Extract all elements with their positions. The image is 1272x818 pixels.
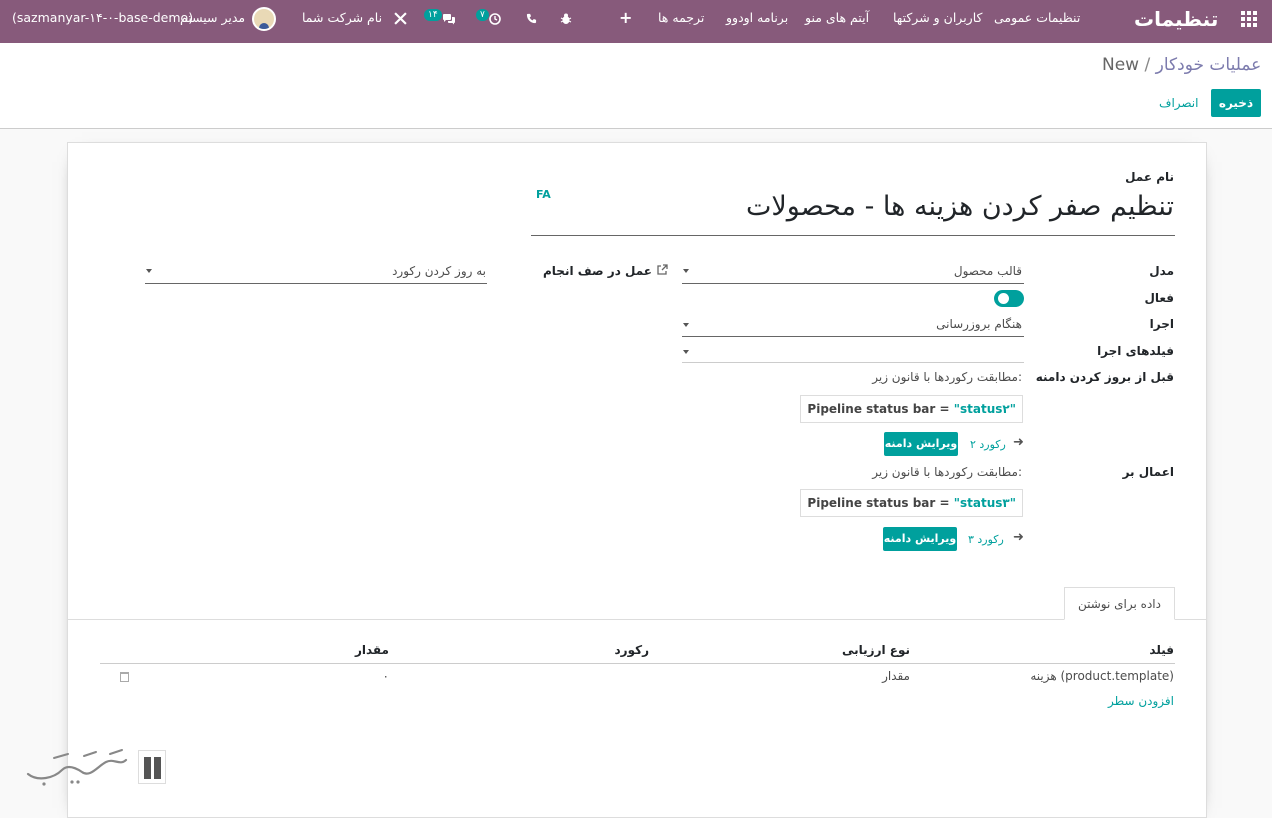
messages-badge: ۱۴ [424,9,442,21]
menu-menu-items[interactable]: آیتم های منو [805,0,869,43]
model-field[interactable]: قالب محصول [954,264,1022,278]
trigger-fields-underline [682,362,1024,363]
column-field[interactable]: فیلد [1149,643,1174,657]
top-navbar: تنظیمات تنظیمات عمومی کاربران و شرکتها آ… [0,0,1272,43]
form-sheet: نام عمل FA تنظیم صفر کردن هزینه ها - محص… [67,142,1207,818]
apply-on-rule[interactable]: Pipeline status bar = "status۳" [800,489,1023,517]
apply-on-record-count[interactable]: ۳ رکورد [968,533,1004,546]
action-name-underline [531,235,1175,236]
app-grid-icon[interactable] [1241,0,1259,43]
trigger-fields-label: فیلدهای اجرا [1097,344,1174,358]
model-label: مدل [1149,264,1174,278]
activities-badge: ۷ [476,9,489,21]
user-avatar-image [252,6,276,31]
database-name: (sazmanyar-۱۴-۰-base-demo) [12,10,194,25]
chat-icon [442,13,455,24]
before-domain-description: مطابقت رکوردها با قانون زیر: [872,370,1022,384]
before-domain-label: قبل از بروز کردن دامنه [1035,370,1174,384]
trigger-underline [682,336,1024,337]
breadcrumb-separator: / [1144,55,1151,75]
before-domain-record-count[interactable]: ۲ رکورد [970,438,1006,451]
phone-icon[interactable] [526,0,537,43]
before-domain-value: "status۲" [953,402,1016,416]
table-row-field[interactable]: هزینه (product.template) [1030,669,1174,683]
column-record[interactable]: رکورد [615,643,649,657]
action-to-do-field[interactable]: به روز کردن رکورد [392,264,486,278]
active-label: فعال [1144,291,1174,305]
apply-on-label: اعمال بر [1122,465,1174,479]
activities-menu[interactable]: ۷ [476,0,501,43]
apply-on-operator: = [939,496,950,510]
before-domain-operator: = [939,402,950,416]
menu-general-settings[interactable]: تنظیمات عمومی [994,0,1080,43]
arrow-right-icon: ➜ [1013,435,1024,450]
watermark-logo-icon [138,750,166,784]
apply-edit-domain-button[interactable]: ویرایش دامنه [883,527,957,551]
trigger-fields-caret[interactable] [683,350,689,354]
discard-button[interactable]: انصراف [1159,96,1198,110]
tab-data-to-write[interactable]: داده برای نوشتن [1064,587,1175,620]
action-to-do-underline [145,283,487,284]
apply-on-value: "status۳" [953,496,1016,510]
watermark-logo-text [24,748,132,795]
table-row-value[interactable]: ۰ [383,669,389,683]
menu-users-companies[interactable]: کاربران و شرکتها [893,0,982,43]
trash-icon[interactable] [120,672,129,682]
column-eval-type[interactable]: نوع ارزیابی [842,643,910,657]
active-toggle[interactable] [994,290,1024,307]
menu-odoo-app[interactable]: برنامه اودوو [726,0,788,43]
before-edit-domain-button[interactable]: ویرایش دامنه [884,432,958,456]
tools-icon[interactable] [394,0,407,43]
trigger-field[interactable]: هنگام بروزرسانی [936,317,1022,331]
action-to-do-label: عمل در صف انجام [543,264,653,278]
before-domain-field: Pipeline status bar [807,402,936,416]
column-value[interactable]: مقدار [355,643,389,657]
save-button[interactable]: ذخیره [1211,89,1261,117]
avatar[interactable] [252,0,276,43]
action-name-label: نام عمل [1125,170,1174,184]
messages-menu[interactable]: ۱۴ [424,0,456,43]
model-dropdown-caret[interactable] [683,269,689,273]
add-line-link[interactable]: افزودن سطر [1108,694,1174,708]
company-switcher[interactable]: نام شرکت شما [302,0,382,43]
action-dropdown-caret[interactable] [146,269,152,273]
breadcrumb-current: New [1102,55,1140,75]
tab-strip-line [68,619,1207,620]
arrow-right-icon: ➜ [1013,530,1024,545]
model-underline [682,283,1024,284]
apply-on-field: Pipeline status bar [807,496,936,510]
breadcrumb-parent[interactable]: عملیات خودکار [1156,55,1262,75]
table-header-line [100,663,1175,664]
trigger-label: اجرا [1149,317,1174,331]
table-row-eval-type[interactable]: مقدار [882,669,910,683]
app-brand[interactable]: تنظیمات [1134,0,1218,43]
plus-icon[interactable]: + [619,0,632,43]
breadcrumb: New / عملیات خودکار [1102,55,1261,75]
external-link-icon[interactable] [656,264,668,279]
trigger-dropdown-caret[interactable] [683,323,689,327]
language-tag[interactable]: FA [536,188,551,201]
clock-icon [489,12,501,25]
apply-on-description: مطابقت رکوردها با قانون زیر: [872,465,1022,479]
action-name-input[interactable]: تنظیم صفر کردن هزینه ها - محصولات [746,191,1174,222]
bug-icon[interactable] [560,0,572,43]
menu-translations[interactable]: ترجمه ها [658,0,704,43]
before-domain-rule[interactable]: Pipeline status bar = "status۲" [800,395,1023,423]
